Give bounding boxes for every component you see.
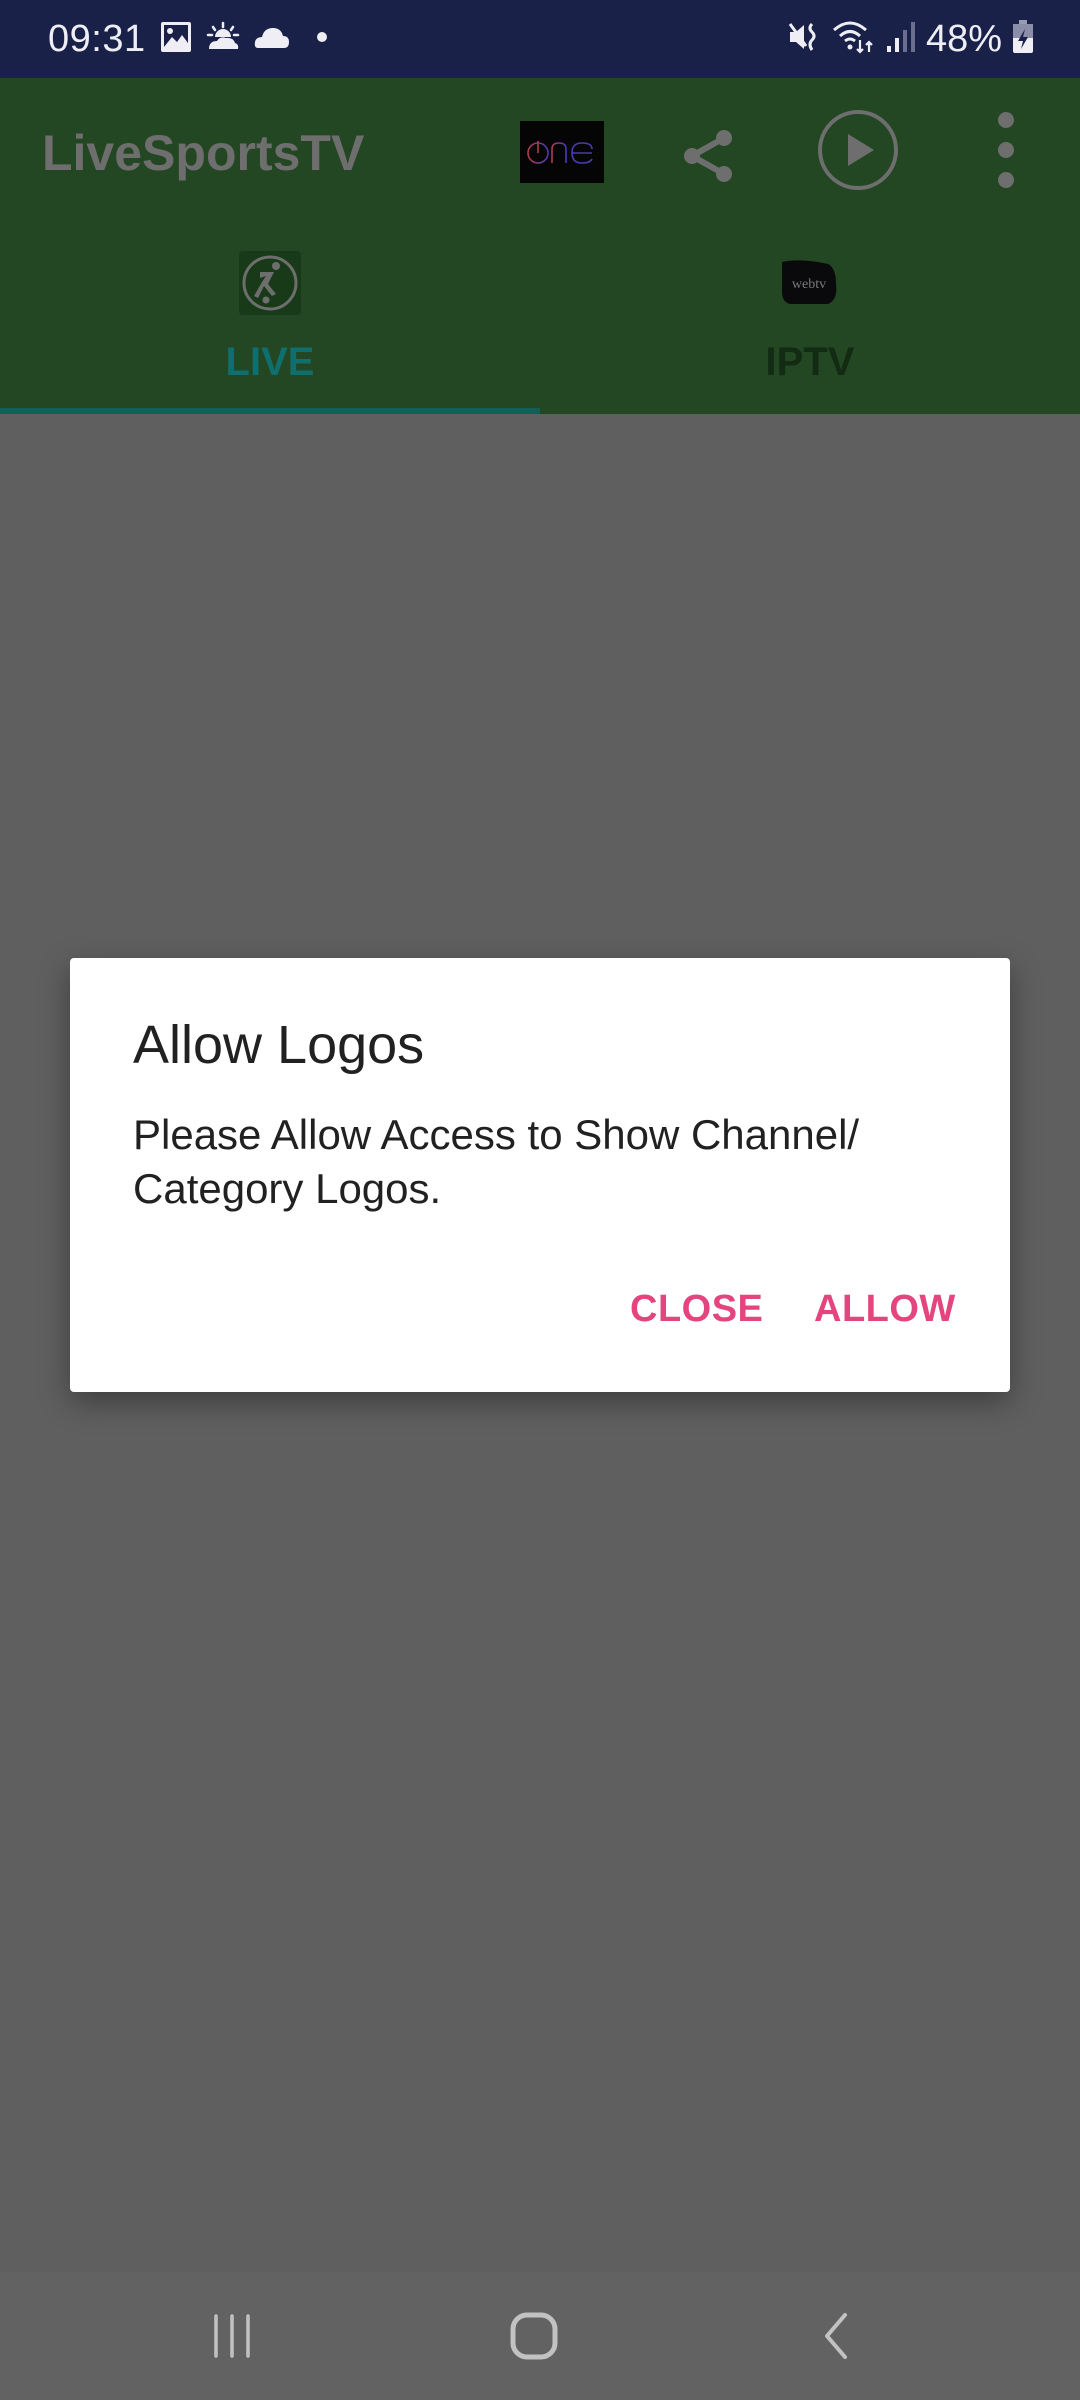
back-icon [825,2313,847,2359]
gallery-icon [160,21,192,58]
dot-icon [316,30,328,48]
more-options-button[interactable] [990,108,1022,199]
tab-live-label: LIVE [225,340,315,384]
status-time: 09:31 [48,17,146,60]
one-logo-icon [527,141,593,164]
dialog-title: Allow Logos [133,1015,425,1075]
status-right: 48% [788,0,1034,78]
play-circle-icon [818,110,898,190]
wifi-icon [832,20,876,59]
status-left: 09:31 [48,0,328,78]
recent-apps-button[interactable] [132,2272,332,2400]
tab-live[interactable]: LIVE [0,228,540,414]
close-button[interactable]: CLOSE [630,1288,763,1331]
tab-iptv-label: IPTV [765,340,855,384]
battery-charging-icon [1012,19,1034,59]
play-button[interactable] [816,108,900,197]
share-icon [684,130,732,182]
recent-apps-icon [214,2314,250,2358]
back-button[interactable] [736,2272,936,2400]
weather-sunrise-icon [206,21,240,58]
navigation-bar [0,2272,1080,2400]
allow-button[interactable]: ALLOW [814,1288,956,1331]
more-vertical-icon [998,112,1014,188]
soccer-player-icon [239,251,301,315]
home-button[interactable] [434,2272,634,2400]
battery-percent: 48% [925,17,1002,60]
tab-bar: LIVE webtv IPTV [0,228,1080,414]
webtv-text: webtv [792,277,826,292]
dialog-message: Please Allow Access to Show Channel/ Cat… [133,1111,860,1212]
share-button[interactable] [680,126,736,191]
signal-icon [886,20,916,59]
tab-iptv[interactable]: webtv IPTV [540,228,1080,414]
app-bar: LiveSportsTV [0,78,1080,228]
screen: 09:31 48% LiveSportsTV LIVE webtv IPTV A… [0,0,1080,2400]
cloud-icon [254,24,290,55]
status-bar: 09:31 48% [0,0,1080,78]
app-title: LiveSportsTV [42,125,365,181]
home-icon [510,2312,558,2360]
webtv-logo-icon: webtv [782,260,837,304]
mute-vibrate-icon [788,20,822,59]
allow-logos-dialog: Allow Logos Please Allow Access to Show … [70,958,1010,1392]
tab-indicator [0,408,540,414]
channel-logo-button[interactable] [520,121,604,183]
